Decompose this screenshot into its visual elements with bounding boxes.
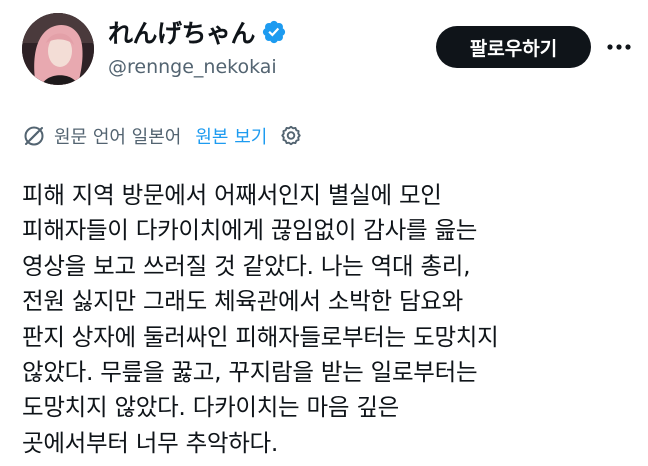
author-handle[interactable]: @rennge_nekokai (108, 56, 277, 78)
gear-icon[interactable] (279, 124, 303, 148)
more-options-icon[interactable] (604, 34, 634, 60)
tweet-text-line: 않았다. 무릎을 꿇고, 꾸지람을 받는 일로부터는 (22, 358, 478, 387)
tweet-text-line: 전원 싫지만 그래도 체육관에서 소박한 담요와 (22, 287, 463, 316)
tweet-card: れんげちゃん @rennge_nekokai 팔로우하기 원문 언어 일본어 원… (0, 0, 648, 466)
translation-bar: 원문 언어 일본어 원본 보기 (22, 122, 303, 150)
tweet-text-line: 피해자들이 다카이치에게 끊임없이 감사를 읊는 (22, 216, 478, 245)
display-name[interactable]: れんげちゃん (108, 14, 256, 50)
follow-button[interactable]: 팔로우하기 (436, 26, 591, 68)
avatar[interactable] (22, 13, 94, 85)
translate-icon (22, 124, 46, 148)
author-name-row: れんげちゃん (108, 14, 287, 50)
profile-photo (22, 13, 94, 85)
tweet-text-line: 곳에서부터 너무 추악하다. (22, 428, 279, 457)
tweet-text-line: 영상을 보고 쓰러질 것 같았다. 나는 역대 총리, (22, 251, 471, 280)
tweet-text: 피해 지역 방문에서 어째서인지 별실에 모인 피해자들이 다카이치에게 끊임없… (22, 178, 622, 461)
source-language-label: 원문 언어 일본어 (54, 127, 182, 148)
tweet-text-line: 판지 상자에 둘러싸인 피해자들로부터는 도망치지 (22, 322, 499, 351)
tweet-text-line: 도망치지 않았다. 다카이치는 마음 깊은 (22, 393, 399, 422)
tweet-text-line: 피해 지역 방문에서 어째서인지 별실에 모인 (22, 181, 442, 209)
verified-badge-icon (261, 19, 287, 45)
show-original-link[interactable]: 원본 보기 (195, 123, 267, 149)
